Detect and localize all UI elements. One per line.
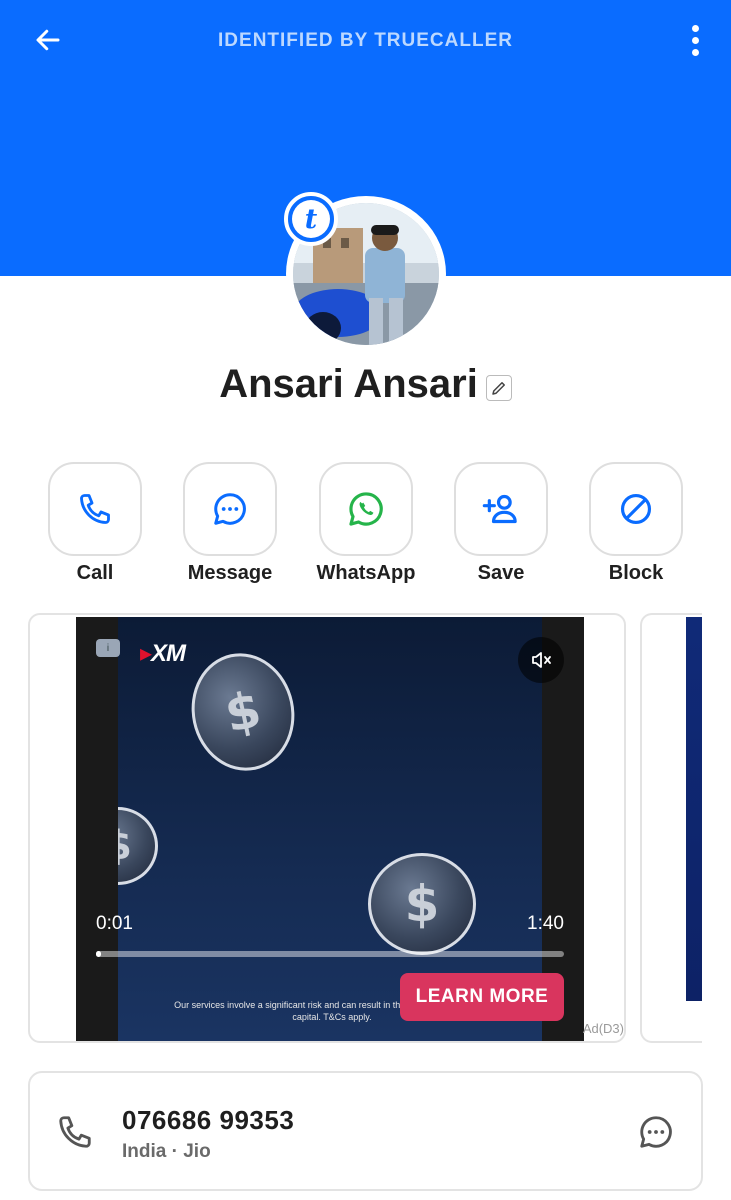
- truecaller-badge: t: [284, 192, 338, 246]
- advertiser-logo: ▸XM: [140, 640, 186, 667]
- call-action[interactable]: Call: [27, 462, 163, 585]
- video-total-time: 1:40: [527, 913, 564, 934]
- next-ad-card[interactable]: [640, 613, 702, 1043]
- block-action[interactable]: Block: [568, 462, 704, 585]
- whatsapp-button[interactable]: [319, 462, 413, 556]
- contact-detail-screen: IDENTIFIED BY TRUECALLER t Ansari Ansari…: [0, 0, 731, 1200]
- pencil-icon: [492, 381, 505, 395]
- video-ad-card[interactable]: $ $ $ i ▸XM 0:01 1:40 Our services invol…: [28, 613, 626, 1043]
- whatsapp-icon: [349, 492, 383, 526]
- phone-number-card[interactable]: 076686 99353 India · Jio: [28, 1071, 703, 1191]
- next-ad-preview: [686, 617, 702, 1001]
- video-current-time: 0:01: [96, 913, 133, 934]
- block-label: Block: [608, 562, 664, 584]
- mute-button[interactable]: [518, 637, 564, 683]
- save-button[interactable]: [454, 462, 548, 556]
- more-vertical-icon: [691, 24, 699, 32]
- truecaller-logo-icon: t: [292, 200, 330, 238]
- phone-number[interactable]: 076686 99353: [122, 1105, 294, 1136]
- video-progress-bar[interactable]: [96, 951, 564, 957]
- phone-icon: [80, 494, 110, 524]
- message-icon: [214, 493, 246, 525]
- message-action[interactable]: Message: [162, 462, 298, 585]
- coin-image: $: [118, 807, 158, 885]
- block-button[interactable]: [589, 462, 683, 556]
- message-button[interactable]: [183, 462, 277, 556]
- volume-mute-icon: [532, 652, 551, 668]
- save-label: Save: [477, 562, 525, 584]
- name-row: Ansari Ansari: [0, 362, 731, 407]
- ad-video-player[interactable]: $ $ $ i ▸XM 0:01 1:40 Our services invol…: [76, 617, 584, 1041]
- coin-image: $: [180, 643, 306, 781]
- phone-icon: [56, 1113, 94, 1156]
- block-icon: [620, 493, 652, 525]
- whatsapp-label: WhatsApp: [316, 562, 416, 584]
- message-number-button[interactable]: [637, 1113, 675, 1156]
- add-contact-icon: [482, 494, 517, 524]
- carrier-info: India · Jio: [122, 1141, 211, 1162]
- ad-tag: Ad(D3): [582, 1021, 624, 1036]
- ad-info-icon[interactable]: i: [96, 639, 120, 657]
- video-progress-fill: [96, 951, 101, 957]
- message-label: Message: [187, 562, 273, 584]
- ad-brand: XM: [151, 640, 186, 667]
- learn-more-button[interactable]: LEARN MORE: [400, 973, 564, 1021]
- more-options-button[interactable]: [683, 20, 707, 60]
- call-label: Call: [76, 562, 114, 584]
- contact-name: Ansari Ansari: [219, 362, 478, 406]
- coin-image: $: [368, 853, 476, 955]
- message-icon: [640, 1116, 672, 1148]
- call-button[interactable]: [48, 462, 142, 556]
- edit-name-button[interactable]: [485, 374, 512, 401]
- header-title: IDENTIFIED BY TRUECALLER: [218, 30, 513, 51]
- save-action[interactable]: Save: [433, 462, 569, 585]
- avatar-container[interactable]: t: [284, 192, 446, 352]
- whatsapp-action[interactable]: WhatsApp: [298, 462, 434, 585]
